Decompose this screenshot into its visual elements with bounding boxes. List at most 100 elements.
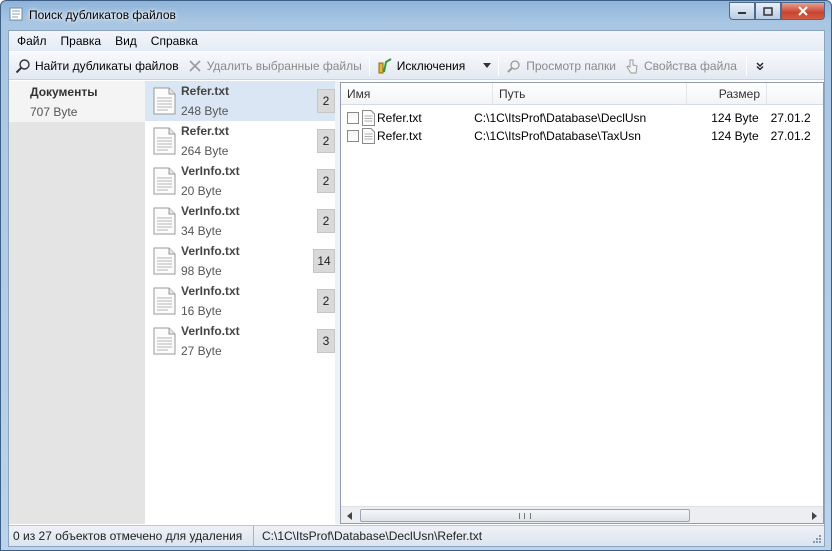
maximize-icon [763, 6, 773, 16]
table-row[interactable]: Refer.txt C:\1C\ItsProf\Database\TaxUsn … [341, 127, 823, 145]
row-file-path: C:\1C\ItsProf\Database\DeclUsn [474, 111, 647, 125]
text-file-icon [362, 128, 375, 144]
text-file-icon [153, 167, 176, 195]
row-checkbox[interactable] [347, 130, 359, 142]
text-file-icon [153, 327, 176, 355]
exclusions-dropdown[interactable] [479, 54, 495, 78]
group-file-size: 248 Byte [181, 104, 229, 118]
text-file-icon [362, 110, 375, 126]
column-header-size[interactable]: Размер [687, 83, 767, 105]
toolbar: Найти дубликаты файлов Удалить выбранные… [9, 52, 824, 80]
group-count-badge: 3 [317, 329, 335, 353]
row-file-size: 124 Byte [711, 111, 759, 125]
minimize-icon [738, 12, 746, 14]
text-file-icon [153, 127, 176, 155]
group-file-size: 34 Byte [181, 224, 222, 238]
grip-icon [519, 513, 531, 519]
menu-view[interactable]: Вид [108, 31, 144, 51]
status-selection-count: 0 из 27 объектов отмечено для удаления [9, 525, 254, 547]
app-window: Поиск дубликатов файлов Файл Правка Вид … [0, 0, 832, 551]
group-item[interactable]: Refer.txt 248 Byte 2 [145, 81, 335, 121]
search-icon [15, 58, 31, 74]
text-file-icon [153, 247, 176, 275]
table-row[interactable]: Refer.txt C:\1C\ItsProf\Database\DeclUsn… [341, 109, 823, 127]
group-count-badge: 2 [317, 289, 335, 313]
group-file-name: VerInfo.txt [181, 164, 240, 178]
group-item[interactable]: VerInfo.txt 20 Byte 2 [145, 161, 335, 201]
chevron-down-icon [483, 63, 492, 68]
group-count-badge: 2 [317, 89, 335, 113]
category-pane: Документы 707 Byte [9, 81, 145, 524]
group-file-name: Refer.txt [181, 124, 230, 138]
category-name: Документы [30, 85, 98, 99]
group-file-name: VerInfo.txt [181, 244, 240, 258]
exclusions-button[interactable]: Исключения [373, 54, 470, 78]
menu-help[interactable]: Справка [144, 31, 205, 51]
row-file-name: Refer.txt [377, 129, 422, 143]
find-duplicates-button[interactable]: Найти дубликаты файлов [11, 54, 183, 78]
group-file-size: 16 Byte [181, 304, 222, 318]
column-header-name[interactable]: Имя [341, 83, 493, 105]
window-title: Поиск дубликатов файлов [29, 8, 176, 22]
group-file-name: VerInfo.txt [181, 324, 240, 338]
scrollbar-thumb[interactable] [360, 509, 690, 522]
hand-pointer-icon [624, 58, 640, 74]
toolbar-separator [368, 55, 370, 76]
group-item[interactable]: VerInfo.txt 27 Byte 3 [145, 321, 335, 361]
browse-folder-label: Просмотр папки [526, 58, 616, 73]
row-file-size: 124 Byte [711, 129, 759, 143]
toolbar-overflow-button[interactable] [752, 54, 768, 78]
group-file-name: Refer.txt [181, 84, 230, 98]
column-header-date[interactable] [767, 83, 823, 105]
close-button[interactable] [781, 2, 825, 20]
category-item-documents[interactable]: Документы 707 Byte [9, 81, 145, 122]
group-file-size: 264 Byte [181, 144, 229, 158]
scroll-right-button[interactable] [806, 507, 823, 523]
chevron-right-icon [812, 511, 817, 520]
delete-selected-label: Удалить выбранные файлы [206, 58, 362, 73]
duplicate-groups-pane: Refer.txt 248 Byte 2 Refer.txt 264 Byte … [145, 81, 335, 524]
app-icon [9, 7, 23, 21]
file-properties-label: Свойства файла [644, 58, 737, 73]
delete-icon [187, 58, 203, 74]
maximize-button[interactable] [755, 2, 781, 20]
group-item[interactable]: VerInfo.txt 16 Byte 2 [145, 281, 335, 321]
group-count-badge: 2 [317, 169, 335, 193]
scroll-left-button[interactable] [341, 507, 358, 523]
status-bar: 0 из 27 объектов отмечено для удаления C… [9, 525, 824, 547]
minimize-button[interactable] [729, 2, 755, 20]
list-header: Имя Путь Размер [341, 83, 823, 105]
column-header-path[interactable]: Путь [493, 83, 687, 105]
group-file-name: VerInfo.txt [181, 284, 240, 298]
client-area: Файл Правка Вид Справка Найти дубликаты … [8, 30, 825, 547]
group-file-size: 27 Byte [181, 344, 222, 358]
menu-file[interactable]: Файл [9, 31, 54, 51]
find-duplicates-label: Найти дубликаты файлов [35, 58, 179, 73]
row-file-date: 27.01.2 [770, 111, 811, 125]
exclusions-icon [377, 57, 393, 74]
group-item[interactable]: VerInfo.txt 98 Byte 14 [145, 241, 335, 281]
menu-edit[interactable]: Правка [54, 31, 109, 51]
chevron-left-icon [347, 511, 352, 520]
delete-selected-button[interactable]: Удалить выбранные файлы [183, 54, 366, 78]
group-count-badge: 14 [313, 249, 335, 273]
folder-search-icon [506, 58, 522, 74]
row-file-date: 27.01.2 [770, 129, 811, 143]
text-file-icon [153, 207, 176, 235]
group-item[interactable]: Refer.txt 264 Byte 2 [145, 121, 335, 161]
horizontal-scrollbar[interactable] [341, 506, 823, 523]
file-properties-button[interactable]: Свойства файла [620, 54, 741, 78]
resize-grip-icon[interactable] [811, 533, 822, 544]
toolbar-separator [745, 55, 747, 76]
row-file-path: C:\1C\ItsProf\Database\TaxUsn [474, 129, 641, 143]
double-chevron-down-icon [756, 62, 764, 70]
title-bar[interactable]: Поиск дубликатов файлов [1, 1, 831, 29]
group-count-badge: 2 [317, 209, 335, 233]
text-file-icon [153, 287, 176, 315]
duplicate-files-list: Имя Путь Размер Refer.txt C:\1C\ItsProf\… [340, 82, 824, 524]
group-file-name: VerInfo.txt [181, 204, 240, 218]
group-item[interactable]: VerInfo.txt 34 Byte 2 [145, 201, 335, 241]
group-file-size: 98 Byte [181, 264, 222, 278]
row-checkbox[interactable] [347, 112, 359, 124]
browse-folder-button[interactable]: Просмотр папки [502, 54, 620, 78]
